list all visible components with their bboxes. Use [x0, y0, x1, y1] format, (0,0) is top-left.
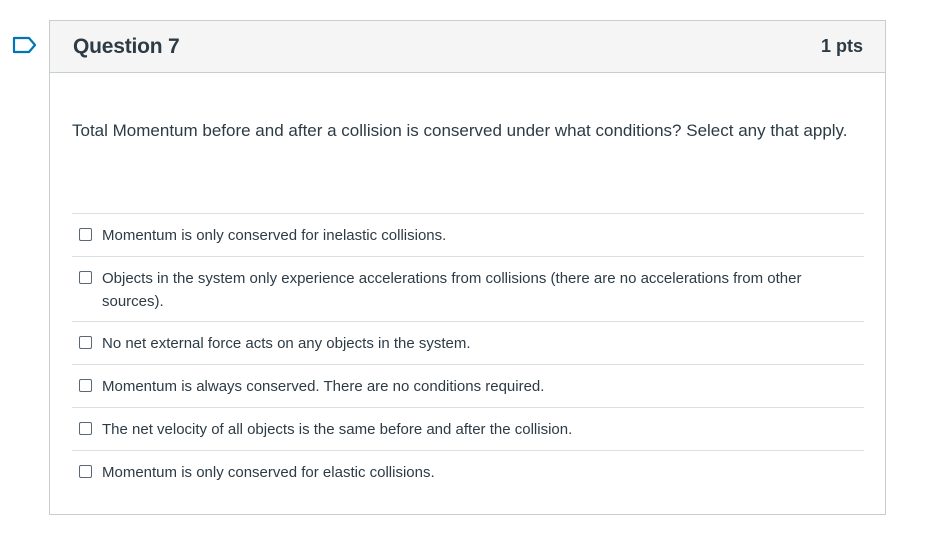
answer-label[interactable]: Momentum is always conserved. There are …	[102, 375, 544, 398]
answer-checkbox[interactable]	[79, 379, 92, 392]
question-card: Question 7 1 pts Total Momentum before a…	[49, 20, 886, 515]
answer-option[interactable]: The net velocity of all objects is the s…	[72, 407, 864, 450]
answer-option[interactable]: Objects in the system only experience ac…	[72, 256, 864, 321]
answer-label[interactable]: Momentum is only conserved for inelastic…	[102, 224, 446, 247]
question-title: Question 7	[73, 34, 180, 58]
question-points: 1 pts	[820, 36, 863, 56]
answer-checkbox[interactable]	[79, 422, 92, 435]
answer-list: Momentum is only conserved for inelastic…	[72, 213, 864, 493]
flag-question-icon[interactable]	[12, 36, 38, 54]
answer-label[interactable]: No net external force acts on any object…	[102, 332, 471, 355]
answer-label[interactable]: The net velocity of all objects is the s…	[102, 418, 572, 441]
answer-option[interactable]: No net external force acts on any object…	[72, 321, 864, 364]
answer-option[interactable]: Momentum is only conserved for inelastic…	[72, 213, 864, 256]
question-text: Total Momentum before and after a collis…	[72, 121, 848, 140]
answer-checkbox[interactable]	[79, 465, 92, 478]
answer-checkbox[interactable]	[79, 271, 92, 284]
answer-label[interactable]: Objects in the system only experience ac…	[102, 267, 864, 313]
answer-option[interactable]: Momentum is only conserved for elastic c…	[72, 450, 864, 493]
question-header: Question 7 1 pts	[50, 21, 885, 73]
answer-label[interactable]: Momentum is only conserved for elastic c…	[102, 461, 435, 484]
answer-checkbox[interactable]	[79, 228, 92, 241]
answer-option[interactable]: Momentum is always conserved. There are …	[72, 364, 864, 407]
answer-checkbox[interactable]	[79, 336, 92, 349]
